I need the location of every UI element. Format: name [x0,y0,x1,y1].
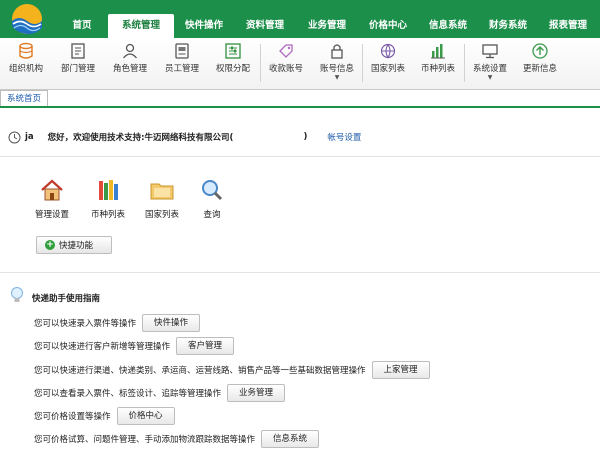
lock-icon [331,44,343,59]
nav-item-home[interactable]: 首页 [62,14,102,38]
folder-icon [150,183,174,200]
document-icon [71,43,85,59]
org-button[interactable]: 组织机构 [4,40,48,86]
payment-account-label: 收款账号 [268,64,303,74]
divider [0,156,600,157]
system-settings-button[interactable]: 系统设置 ▼ [468,40,512,86]
welcome-text-end: ) [303,132,308,142]
nav-item-system-management[interactable]: 系统管理 [108,14,174,38]
up-arrow-icon [532,43,548,59]
main-nav: 首页 系统管理 快件操作 资料管理 业务管理 价格中心 信息系统 财务系统 报表… [62,14,598,38]
monitor-icon [482,44,498,59]
country-list-label: 国家列表 [370,64,405,74]
permission-label: 权限分配 [215,64,250,74]
tab-system-home[interactable]: 系统首页 [0,90,49,106]
shortcut-country-list[interactable]: 国家列表 [138,178,186,220]
department-label: 部门管理 [60,64,95,74]
permission-button[interactable]: 权限分配 [210,40,256,86]
welcome-text: 您好，欢迎使用技术支持:牛迈网络科技有限公司( [47,133,234,143]
shortcut-management-settings[interactable]: 管理设置 [28,178,76,220]
guide-row-desc: 您可价格试算、问题件管理、手动添加物流跟踪数据等操作 [34,435,256,445]
toolbar-divider [464,44,465,82]
account-settings-link[interactable]: 帐号设置 [327,131,361,143]
house-icon [41,179,63,201]
guide-row: 您可价格设置等操作 价格中心 [34,407,175,425]
top-bar: 首页 系统管理 快件操作 资料管理 业务管理 价格中心 信息系统 财务系统 报表… [0,0,600,38]
update-info-label: 更新信息 [522,64,557,74]
divider [0,272,600,273]
nav-item-express-ops[interactable]: 快件操作 [174,14,234,38]
express-ops-button[interactable]: 快件操作 [142,314,201,332]
shortcut-label: 查询 [203,210,221,220]
plus-icon: + [45,240,55,250]
chevron-down-icon: ▼ [334,74,340,81]
nav-item-price-center[interactable]: 价格中心 [358,14,418,38]
nav-item-business-management[interactable]: 业务管理 [296,14,358,38]
account-info-label: 账号信息 [319,64,354,74]
quick-function-button[interactable]: + 快捷功能 [36,236,112,254]
guide-row-desc: 您可价格设置等操作 [34,412,111,422]
country-list-button[interactable]: 国家列表 [366,40,410,86]
quick-function-label: 快捷功能 [59,241,94,251]
staff-button[interactable]: 员工管理 [160,40,204,86]
bar-chart-icon [431,44,445,59]
welcome-line: ja 您好，欢迎使用技术支持:牛迈网络科技有限公司( ) 帐号设置 [8,130,361,144]
lightbulb-icon [11,287,23,302]
guide-row: 您可价格试算、问题件管理、手动添加物流跟踪数据等操作 信息系统 [34,430,320,448]
price-center-button[interactable]: 价格中心 [116,407,175,425]
tag-icon [279,44,293,58]
org-label: 组织机构 [8,64,43,74]
guide-row: 您可以快速进行渠道、快递类别、承运商、运营线路、销售产品等一些基础数据管理操作 … [34,361,430,379]
supplier-management-button[interactable]: 上家管理 [371,361,430,379]
shortcut-search[interactable]: 查询 [188,178,236,220]
globe-icon [380,43,396,59]
id-card-icon [175,43,189,59]
payment-account-button[interactable]: 收款账号 [264,40,308,86]
chevron-down-icon: ▼ [487,74,493,81]
toolbar: 组织机构 部门管理 角色管理 员工管理 权限分配 收款账号 账号信息 ▼ 国家列… [0,38,600,90]
username: ja [25,132,34,142]
clock-icon [8,131,21,143]
shortcut-label: 国家列表 [144,210,179,220]
database-icon [19,42,33,59]
role-button[interactable]: 角色管理 [108,40,152,86]
staff-label: 员工管理 [164,64,199,74]
toolbar-divider [260,44,261,82]
shortcut-label: 管理设置 [34,210,69,220]
info-system-button[interactable]: 信息系统 [261,430,320,448]
guide-row: 您可以快速进行客户新增等管理操作 客户管理 [34,337,235,355]
system-settings-label: 系统设置 [472,64,507,74]
shortcut-currency-list[interactable]: 币种列表 [84,178,132,220]
customer-management-button[interactable]: 客户管理 [176,337,235,355]
guide-row: 您可以快速录入票件等操作 快件操作 [34,314,201,332]
currency-list-button[interactable]: 币种列表 [416,40,460,86]
nav-item-info-system[interactable]: 信息系统 [418,14,478,38]
books-icon [99,180,118,200]
account-info-button[interactable]: 账号信息 ▼ [314,40,360,86]
nav-item-finance-system[interactable]: 财务系统 [478,14,538,38]
tab-bar: 系统首页 [0,90,600,108]
toolbar-divider [362,44,363,82]
sliders-icon [225,43,241,59]
guide-row-desc: 您可以查看录入票件、标签设计、追踪等管理操作 [34,389,222,399]
guide-row: 您可以查看录入票件、标签设计、追踪等管理操作 业务管理 [34,384,286,402]
update-info-button[interactable]: 更新信息 [518,40,562,86]
logo [12,4,42,35]
guide-row-desc: 您可以快速进行客户新增等管理操作 [34,342,171,352]
guide-row-desc: 您可以快速录入票件等操作 [34,319,137,329]
nav-item-report-management[interactable]: 报表管理 [538,14,598,38]
nav-item-data-management[interactable]: 资料管理 [234,14,296,38]
magnifier-icon [202,180,223,201]
currency-list-label: 币种列表 [420,64,455,74]
department-button[interactable]: 部门管理 [56,40,100,86]
guide-row-desc: 您可以快速进行渠道、快递类别、承运商、运营线路、销售产品等一些基础数据管理操作 [34,366,366,376]
shortcut-label: 币种列表 [90,210,125,220]
role-label: 角色管理 [112,64,147,74]
user-icon [122,43,138,59]
business-management-button[interactable]: 业务管理 [227,384,286,402]
guide-title: 快递助手使用指南 [32,294,101,304]
